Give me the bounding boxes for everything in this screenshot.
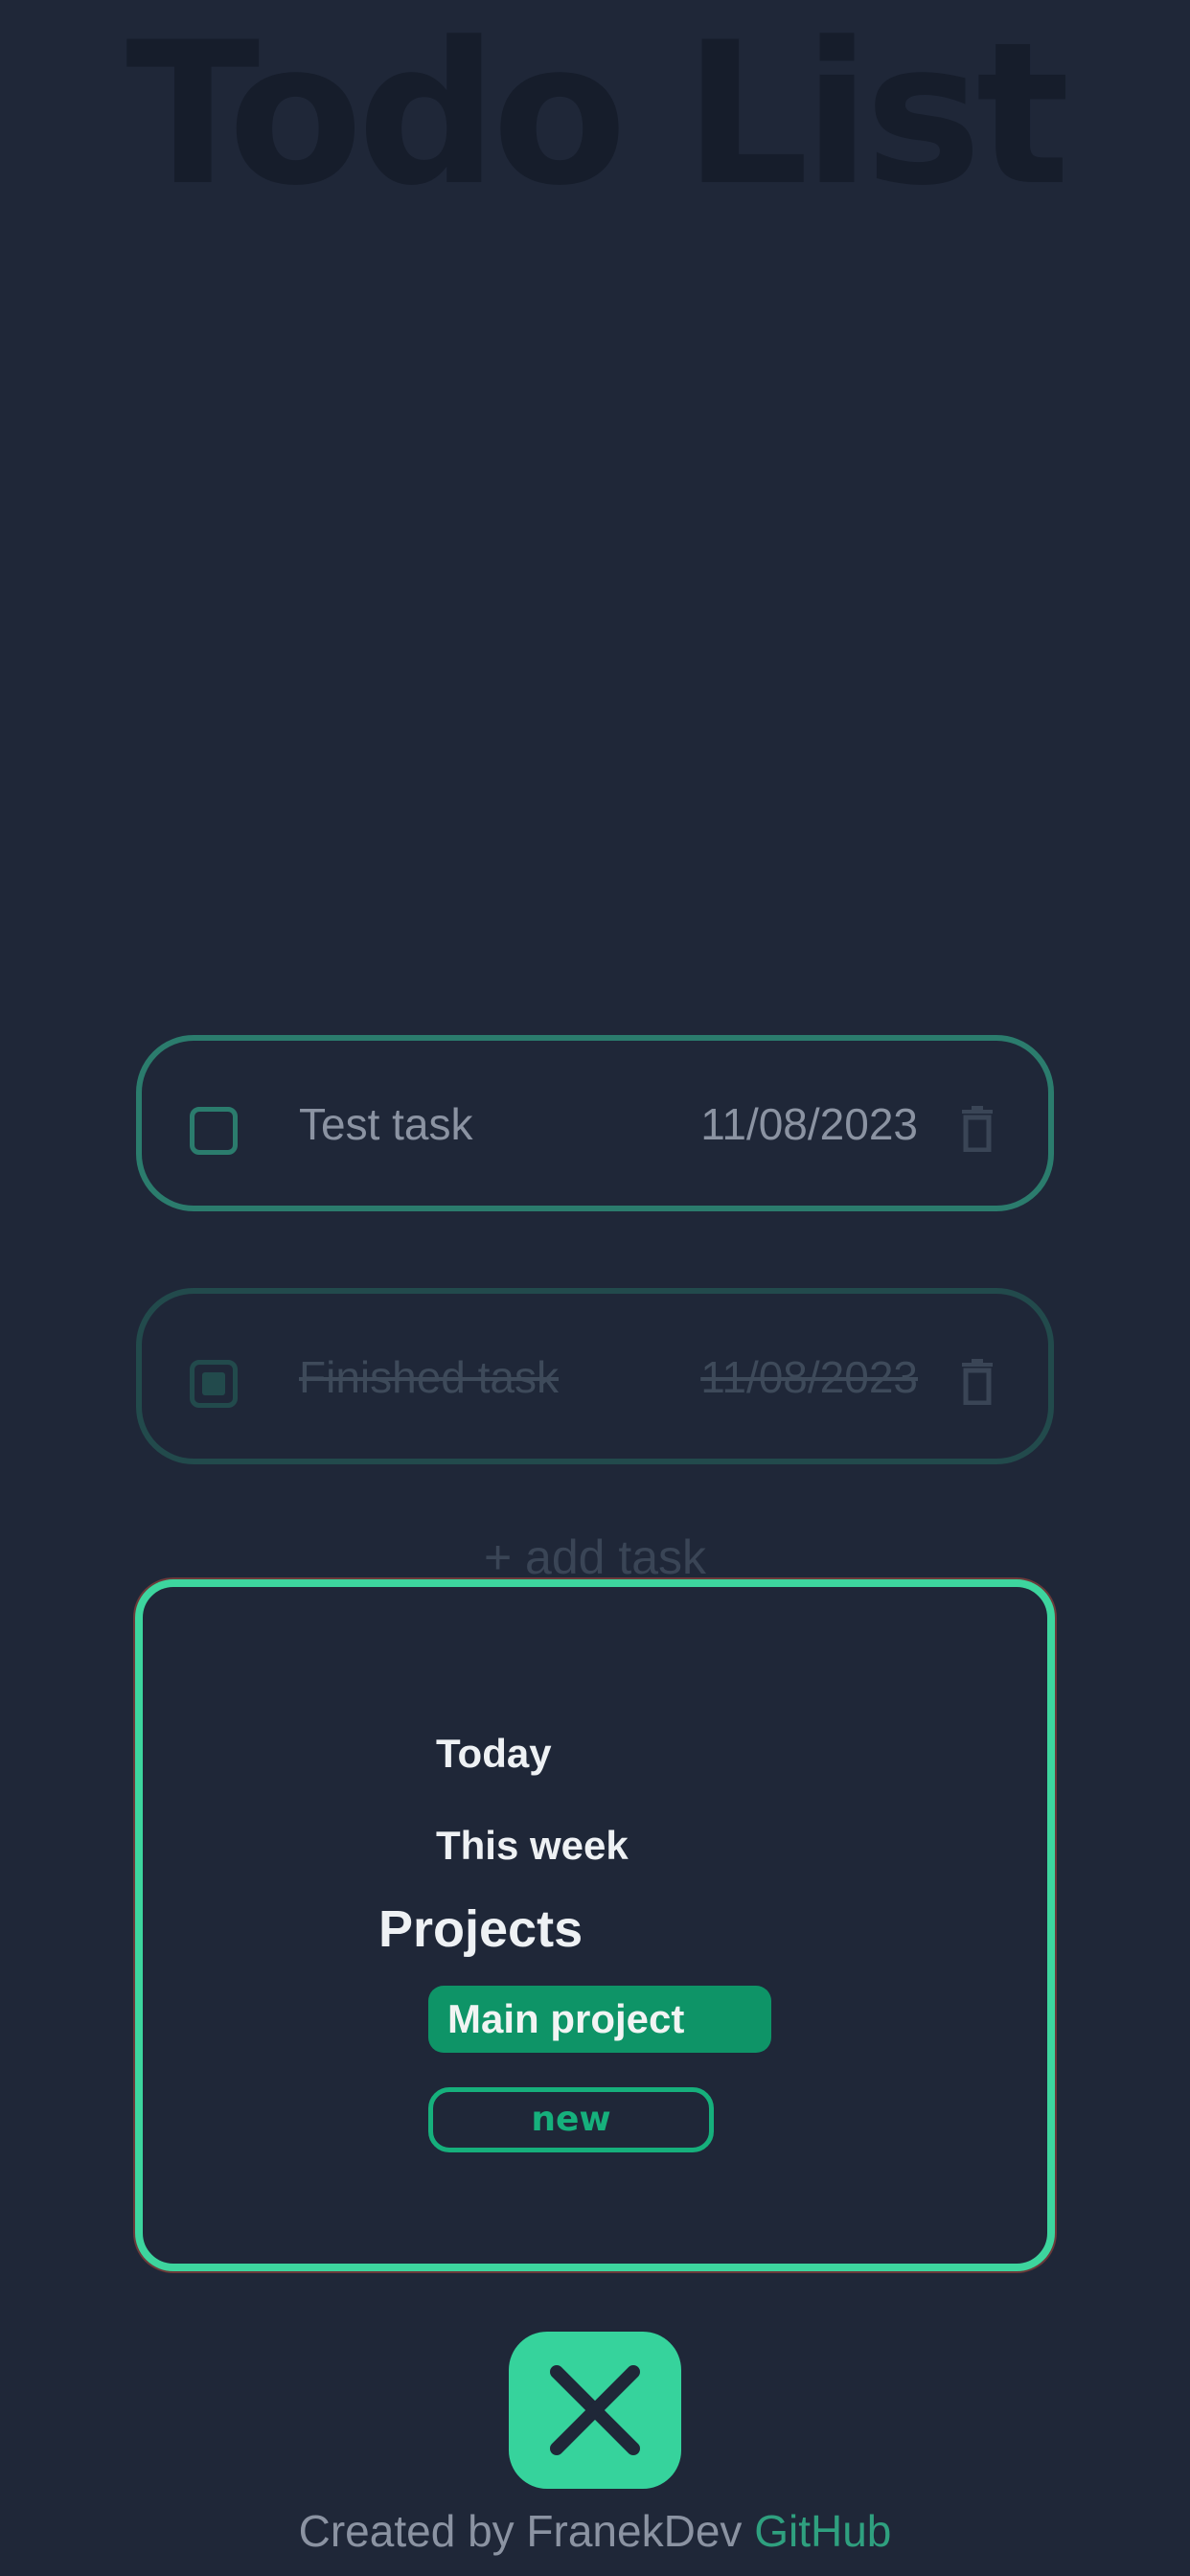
close-icon [550, 2365, 640, 2455]
add-task-button[interactable]: + add task [0, 1530, 1190, 1585]
footer: Created by FranekDev GitHub [0, 2505, 1190, 2557]
trash-icon[interactable] [960, 1106, 995, 1152]
task-checkbox[interactable] [190, 1107, 238, 1155]
trash-icon[interactable] [960, 1359, 995, 1405]
task-name: Test task [299, 1099, 473, 1149]
menu-item-this-week[interactable]: This week [436, 1823, 629, 1869]
checkbox-fill [202, 1372, 225, 1395]
github-link[interactable]: GitHub [754, 2506, 891, 2556]
new-project-button[interactable]: new [428, 2087, 714, 2152]
close-menu-button[interactable] [509, 2332, 681, 2489]
task-date: 11/08/2023 [700, 1099, 918, 1149]
project-item-main[interactable]: Main project [428, 1986, 771, 2053]
menu-item-today[interactable]: Today [436, 1731, 552, 1777]
task-item-completed[interactable]: Finished task 11/08/2023 [136, 1288, 1054, 1464]
task-date: 11/08/2023 [700, 1352, 918, 1402]
task-item[interactable]: Test task 11/08/2023 [136, 1035, 1054, 1211]
task-name: Finished task [299, 1352, 560, 1402]
footer-credit: Created by FranekDev [298, 2506, 743, 2556]
app-title: Todo List [126, 1, 1069, 229]
navigation-menu: Today This week Projects Main project ne… [135, 1579, 1055, 2271]
task-checkbox-checked[interactable] [190, 1360, 238, 1408]
projects-heading: Projects [378, 1900, 584, 1958]
